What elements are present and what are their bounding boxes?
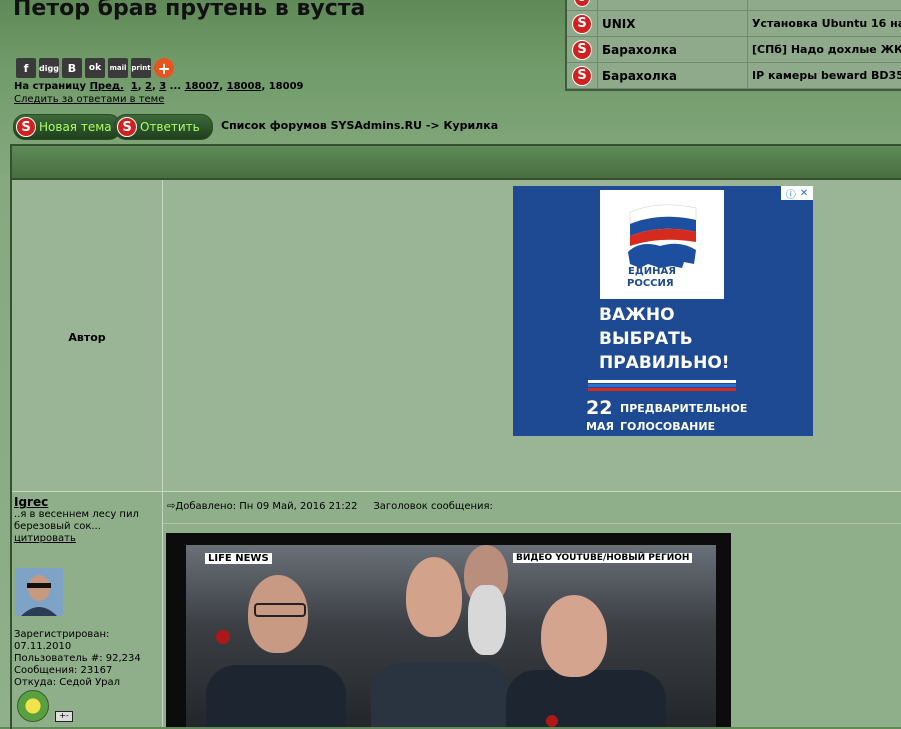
registered-date: 07.11.2010 <box>14 641 72 652</box>
reply-button[interactable]: S Ответить <box>114 114 213 140</box>
pagination: На страницу Пред. 1, 2, 3 ... 18007, 180… <box>14 81 304 92</box>
ad-choices[interactable]: ⓘ ✕ <box>781 186 813 201</box>
pagination-prev[interactable]: Пред. <box>90 81 124 92</box>
topic-title[interactable]: Установка Ubuntu 16 на <box>748 11 901 36</box>
pagination-page-1[interactable]: 1 <box>131 81 138 92</box>
user-location: Откуда: Седой Урал <box>14 677 121 688</box>
message-count: Сообщения: 23167 <box>14 665 113 676</box>
post-username[interactable]: Igrec <box>14 495 48 509</box>
recent-topics-table: S S UNIX Установка Ubuntu 16 на S Барахо… <box>565 0 901 91</box>
recent-topic-row[interactable]: S Барахолка IP камеры beward BD35 <box>567 63 901 89</box>
close-icon[interactable]: ✕ <box>800 188 808 199</box>
recent-topic-row[interactable]: S Барахолка [СПб] Надо дохлые ЖК- <box>567 37 901 63</box>
topic-forum[interactable]: Барахолка <box>598 63 748 88</box>
breadcrumb[interactable]: Список форумов SYSAdmins.RU -> Курилка <box>221 119 498 132</box>
post-header: ⇨Добавлено: Пн 09 Май, 2016 21:22 Заголо… <box>167 501 493 512</box>
ad-date-month: МАЯ <box>586 420 614 433</box>
digg-icon[interactable]: digg <box>39 58 59 78</box>
sysadmins-logo-icon: S <box>16 117 36 137</box>
registered-label: Зарегистрирован: <box>14 629 110 640</box>
pagination-page-3[interactable]: 3 <box>159 81 166 92</box>
pagination-ellipsis: ... <box>169 81 182 92</box>
user-signature: ..я в весеннем лесу пил березовый сок... <box>14 509 139 532</box>
page-title: Петор брав прутень в вуста <box>13 0 366 21</box>
pagination-page-18007[interactable]: 18007 <box>185 81 220 92</box>
new-topic-button[interactable]: S Новая тема <box>13 114 121 140</box>
sysadmins-logo-icon: S <box>574 0 590 7</box>
video-credit-watermark: ВИДЕО YOUTUBE/НОВЫЙ РЕГИОН <box>513 553 693 563</box>
reply-label: Ответить <box>140 120 200 134</box>
sysadmins-logo-icon: S <box>117 117 137 137</box>
ad-headline-3: ПРАВИЛЬНО! <box>599 353 730 373</box>
sysadmins-logo-icon: S <box>572 39 592 60</box>
pagination-page-18008[interactable]: 18008 <box>227 81 262 92</box>
topic-forum[interactable]: Барахолка <box>598 37 748 62</box>
ad-stripe-red <box>588 388 736 391</box>
topic-forum[interactable]: UNIX <box>598 11 748 36</box>
topic-icon-cell: S <box>567 0 598 10</box>
pagination-current: 18009 <box>268 81 304 92</box>
new-topic-label: Новая тема <box>39 120 112 134</box>
user-info: Зарегистрирован: 07.11.2010 Пользователь… <box>14 629 141 689</box>
table-header-bar <box>12 146 901 180</box>
user-photo <box>15 568 63 616</box>
rank-medal-icon <box>17 690 49 722</box>
user-number: Пользователь #: 92,234 <box>14 653 141 664</box>
odnoklassniki-icon[interactable]: ok <box>85 58 105 78</box>
print-icon[interactable]: print <box>131 58 151 78</box>
topic-title-cell <box>748 0 901 10</box>
avatar <box>15 568 63 616</box>
logo-text-1: ЕДИНАЯ <box>628 266 676 277</box>
video-channel-watermark: LIFE NEWS <box>205 553 272 564</box>
ad-footer-1: ПРЕДВАРИТЕЛЬНОЕ <box>620 402 748 415</box>
pagination-page-2[interactable]: 2 <box>145 81 152 92</box>
post-subject-label: Заголовок сообщения: <box>373 501 493 512</box>
quote-link[interactable]: цитировать <box>14 533 76 544</box>
video-frame[interactable] <box>186 545 716 727</box>
ad-date-number: 22 <box>586 397 613 419</box>
watch-topic-link[interactable]: Следить за ответами в теме <box>14 94 164 105</box>
logo-text-2: РОССИЯ <box>627 278 674 289</box>
info-icon[interactable]: ⓘ <box>786 186 796 201</box>
expand-toggle-icon[interactable]: +- <box>55 711 73 722</box>
post-date: Добавлено: Пн 09 Май, 2016 21:22 <box>175 501 358 512</box>
sysadmins-logo-icon: S <box>572 13 592 34</box>
mail-icon[interactable]: mail <box>108 58 128 78</box>
more-share-icon[interactable]: + <box>154 58 174 78</box>
author-header-label: Автор <box>68 331 106 344</box>
ad-headline-1: ВАЖНО <box>599 305 675 325</box>
facebook-icon[interactable]: f <box>16 58 36 78</box>
sysadmins-logo-icon: S <box>572 65 592 86</box>
topic-title[interactable]: [СПб] Надо дохлые ЖК- <box>748 37 901 62</box>
vk-icon[interactable]: B <box>62 58 82 78</box>
ad-stripe-blue <box>588 384 736 387</box>
ad-stripe-white <box>588 380 736 383</box>
column-divider <box>162 180 163 727</box>
share-bar: f digg B ok mail print + <box>16 58 174 78</box>
topic-title[interactable]: IP камеры beward BD35 <box>748 63 901 88</box>
pagination-label: На страницу <box>14 81 87 92</box>
recent-topic-row[interactable]: S UNIX Установка Ubuntu 16 на <box>567 11 901 37</box>
ad-footer-2: ГОЛОСОВАНИЕ <box>620 420 716 433</box>
ad-headline-2: ВЫБРАТЬ <box>599 329 693 349</box>
topic-forum-cell <box>598 0 748 10</box>
post-separator <box>163 523 901 524</box>
